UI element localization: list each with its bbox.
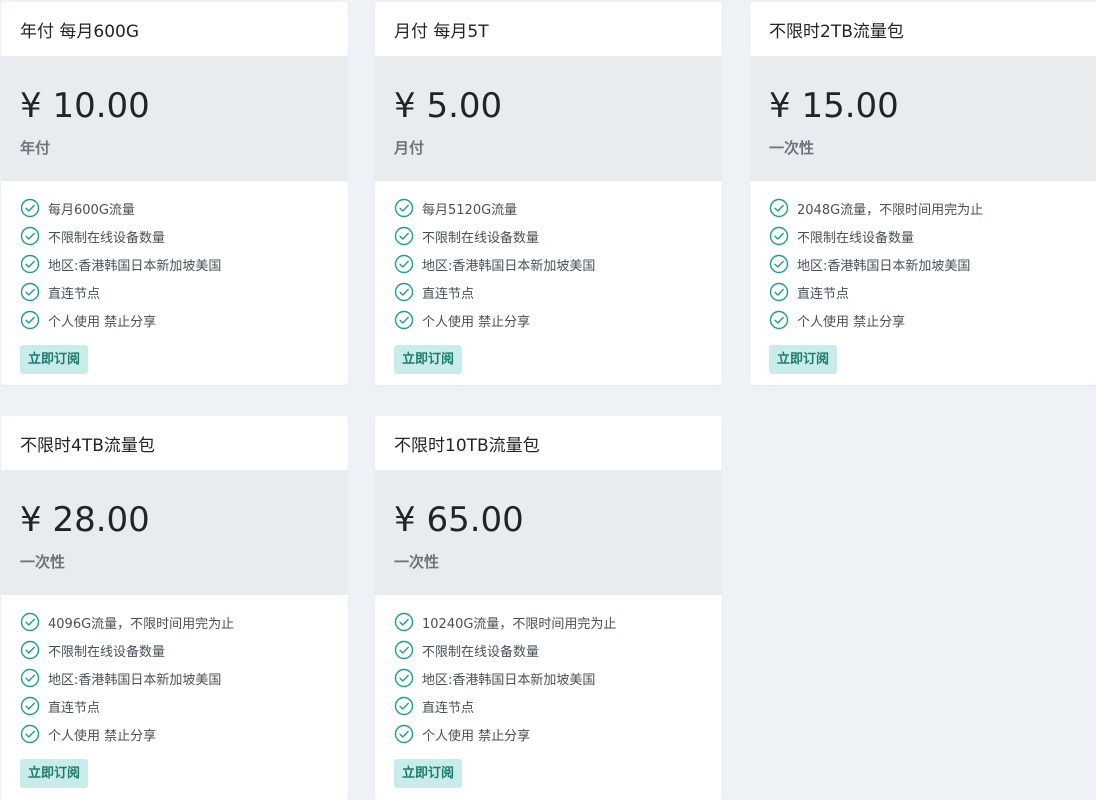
feature-item: 地区:香港韩国日本新加坡美国 (394, 664, 703, 692)
feature-item: 个人使用 禁止分享 (769, 306, 1077, 334)
feature-item: 每月5120G流量 (394, 194, 703, 222)
check-circle-icon (20, 198, 40, 218)
check-circle-icon (20, 226, 40, 246)
plan-price: ¥ 10.00 (20, 86, 150, 126)
feature-item: 直连节点 (394, 278, 703, 306)
feature-list: 2048G流量，不限时间用完为止 不限制在线设备数量 地区:香港韩国日本新加坡美… (750, 181, 1096, 334)
check-circle-icon (394, 640, 414, 660)
plan-grid: 年付 每月600G ¥ 10.00 年付 每月600G流量 不限制在线设备数量 … (0, 0, 1096, 800)
plan-price: ¥ 15.00 (769, 86, 899, 126)
check-circle-icon (769, 254, 789, 274)
feature-item: 10240G流量，不限时间用完为止 (394, 608, 703, 636)
plan-title: 月付 每月5T (394, 21, 489, 42)
plan-card: 不限时4TB流量包 ¥ 28.00 一次性 4096G流量，不限时间用完为止 不… (1, 416, 348, 800)
feature-item: 地区:香港韩国日本新加坡美国 (20, 250, 329, 278)
plan-period: 一次性 (20, 553, 66, 571)
subscribe-button[interactable]: 立即订阅 (394, 759, 463, 788)
check-circle-icon (394, 612, 414, 632)
check-circle-icon (394, 668, 414, 688)
feature-item: 不限制在线设备数量 (394, 222, 703, 250)
plan-price: ¥ 28.00 (20, 500, 150, 540)
feature-item: 不限制在线设备数量 (769, 222, 1077, 250)
feature-item: 地区:香港韩国日本新加坡美国 (769, 250, 1077, 278)
feature-item: 直连节点 (769, 278, 1077, 306)
feature-item: 每月600G流量 (20, 194, 329, 222)
check-circle-icon (394, 696, 414, 716)
check-circle-icon (394, 226, 414, 246)
check-circle-icon (20, 696, 40, 716)
plan-card: 年付 每月600G ¥ 10.00 年付 每月600G流量 不限制在线设备数量 … (1, 2, 348, 385)
plan-card: 不限时10TB流量包 ¥ 65.00 一次性 10240G流量，不限时间用完为止… (375, 416, 722, 800)
check-circle-icon (769, 282, 789, 302)
feature-list: 每月600G流量 不限制在线设备数量 地区:香港韩国日本新加坡美国 直连节点 个… (1, 181, 348, 334)
check-circle-icon (20, 668, 40, 688)
plan-period: 月付 (394, 139, 425, 157)
feature-item: 直连节点 (20, 692, 329, 720)
feature-list: 每月5120G流量 不限制在线设备数量 地区:香港韩国日本新加坡美国 直连节点 … (375, 181, 722, 334)
feature-list: 10240G流量，不限时间用完为止 不限制在线设备数量 地区:香港韩国日本新加坡… (375, 595, 722, 748)
check-circle-icon (20, 612, 40, 632)
check-circle-icon (394, 310, 414, 330)
subscribe-button[interactable]: 立即订阅 (769, 345, 838, 374)
feature-item: 2048G流量，不限时间用完为止 (769, 194, 1077, 222)
plan-period: 一次性 (394, 553, 440, 571)
check-circle-icon (394, 254, 414, 274)
feature-item: 不限制在线设备数量 (394, 636, 703, 664)
check-circle-icon (769, 226, 789, 246)
feature-item: 个人使用 禁止分享 (20, 306, 329, 334)
feature-item: 4096G流量，不限时间用完为止 (20, 608, 329, 636)
plan-title: 不限时4TB流量包 (20, 435, 155, 456)
plan-card: 不限时2TB流量包 ¥ 15.00 一次性 2048G流量，不限时间用完为止 不… (750, 2, 1096, 385)
check-circle-icon (394, 724, 414, 744)
check-circle-icon (394, 282, 414, 302)
feature-item: 地区:香港韩国日本新加坡美国 (394, 250, 703, 278)
price-block: ¥ 5.00 月付 (375, 56, 722, 181)
check-circle-icon (20, 724, 40, 744)
price-block: ¥ 15.00 一次性 (750, 56, 1096, 181)
price-block: ¥ 10.00 年付 (1, 56, 348, 181)
feature-item: 个人使用 禁止分享 (394, 306, 703, 334)
feature-item: 个人使用 禁止分享 (394, 720, 703, 748)
feature-list: 4096G流量，不限时间用完为止 不限制在线设备数量 地区:香港韩国日本新加坡美… (1, 595, 348, 748)
price-block: ¥ 65.00 一次性 (375, 470, 722, 595)
plan-title: 不限时10TB流量包 (394, 435, 540, 456)
subscribe-button[interactable]: 立即订阅 (20, 345, 89, 374)
check-circle-icon (769, 198, 789, 218)
feature-item: 个人使用 禁止分享 (20, 720, 329, 748)
check-circle-icon (20, 282, 40, 302)
price-block: ¥ 28.00 一次性 (1, 470, 348, 595)
feature-item: 直连节点 (20, 278, 329, 306)
check-circle-icon (20, 310, 40, 330)
feature-item: 不限制在线设备数量 (20, 222, 329, 250)
subscribe-button[interactable]: 立即订阅 (20, 759, 89, 788)
check-circle-icon (394, 198, 414, 218)
plan-price: ¥ 65.00 (394, 500, 524, 540)
feature-item: 直连节点 (394, 692, 703, 720)
plan-period: 年付 (20, 139, 51, 157)
check-circle-icon (769, 310, 789, 330)
check-circle-icon (20, 640, 40, 660)
check-circle-icon (20, 254, 40, 274)
plan-period: 一次性 (769, 139, 815, 157)
plan-title: 不限时2TB流量包 (769, 21, 904, 42)
plan-card: 月付 每月5T ¥ 5.00 月付 每月5120G流量 不限制在线设备数量 地区… (375, 2, 722, 385)
feature-item: 不限制在线设备数量 (20, 636, 329, 664)
plan-price: ¥ 5.00 (394, 86, 503, 126)
plan-title: 年付 每月600G (20, 21, 140, 42)
subscribe-button[interactable]: 立即订阅 (394, 345, 463, 374)
feature-item: 地区:香港韩国日本新加坡美国 (20, 664, 329, 692)
